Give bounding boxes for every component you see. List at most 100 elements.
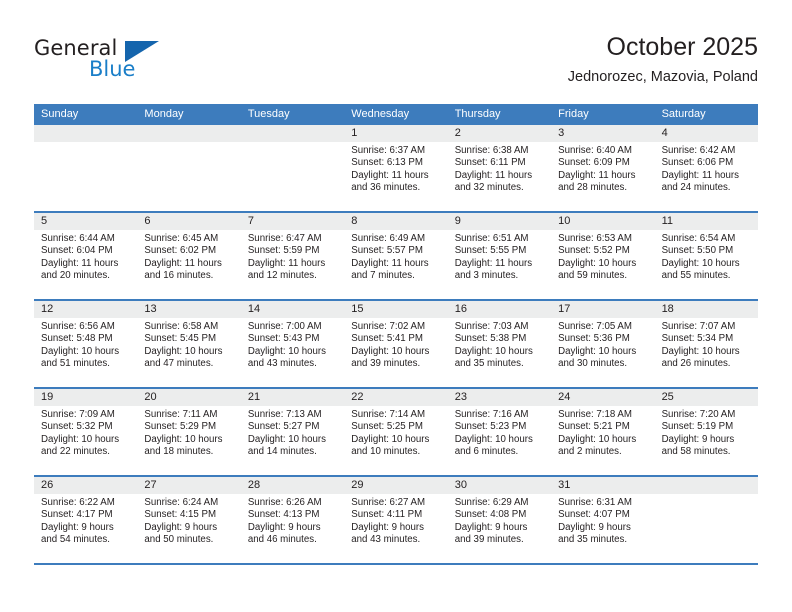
daylight-text: Daylight: 10 hours: [247, 433, 326, 445]
daylight-text: Daylight: 11 hours: [41, 257, 119, 269]
calendar-grid: Sunday Monday Tuesday Wednesday Thursday Frid…: [34, 104, 758, 565]
daylight-text: and 16 minutes.: [144, 270, 214, 282]
day-details: Sunrise: 6:54 AM Sunset: 5:50 PM Daylight:…: [655, 230, 758, 283]
weekday-header-wednesday: Wednesday: [351, 108, 410, 120]
day-number: 3: [551, 125, 655, 142]
calendar-day-cell-23[interactable]: 23 Sunrise: 7:16 AM Sunset: 5:23 PM Dayligh…: [447, 389, 552, 475]
calendar-day-cell-27[interactable]: 27 Sunrise: 6:24 AM Sunset: 4:15 PM Dayligh…: [137, 477, 241, 563]
daylight-text: Daylight: 9 hours: [454, 521, 528, 533]
sunset-text: Sunset: 5:50 PM: [661, 245, 734, 257]
brand-name-blue: Blue: [89, 57, 136, 81]
day-number: 2: [447, 125, 552, 142]
daylight-text: and 18 minutes.: [144, 446, 214, 458]
daylight-text: Daylight: 10 hours: [558, 257, 637, 269]
calendar-day-cell-8[interactable]: 8 Sunrise: 6:49 AM Sunset: 5:57 PM Daylight…: [344, 213, 448, 299]
brand-logo[interactable]: General Blue: [34, 36, 214, 90]
day-number: 26: [34, 477, 138, 494]
daylight-text: Daylight: 11 hours: [661, 169, 739, 181]
sunrise-text: Sunrise: 7:03 AM: [454, 321, 529, 332]
day-details: Sunrise: 7:20 AM Sunset: 5:19 PM Daylight:…: [655, 406, 758, 459]
day-details: Sunrise: 6:51 AM Sunset: 5:55 PM Daylight:…: [448, 230, 551, 283]
day-details: Sunrise: 6:49 AM Sunset: 5:57 PM Daylight:…: [344, 230, 447, 283]
calendar-day-cell-15[interactable]: 15 Sunrise: 7:02 AM Sunset: 5:41 PM Dayligh…: [344, 301, 448, 387]
day-number: 9: [447, 213, 552, 230]
daylight-text: and 55 minutes.: [661, 270, 731, 282]
daylight-text: Daylight: 10 hours: [454, 433, 533, 445]
daylight-text: and 43 minutes.: [247, 358, 317, 370]
calendar-day-cell-7[interactable]: 7 Sunrise: 6:47 AM Sunset: 5:59 PM Daylight…: [240, 213, 345, 299]
day-number: 23: [447, 389, 552, 406]
calendar-day-cell-31[interactable]: 31 Sunrise: 6:31 AM Sunset: 4:07 PM Dayligh…: [551, 477, 655, 563]
calendar-day-cell-21[interactable]: 21 Sunrise: 7:13 AM Sunset: 5:27 PM Dayligh…: [240, 389, 345, 475]
calendar-day-cell-20[interactable]: 20 Sunrise: 7:11 AM Sunset: 5:29 PM Dayligh…: [137, 389, 241, 475]
calendar-day-cell-16[interactable]: 16 Sunrise: 7:03 AM Sunset: 5:38 PM Dayligh…: [447, 301, 552, 387]
calendar-day-cell-2[interactable]: 2 Sunrise: 6:38 AM Sunset: 6:11 PM Daylight…: [447, 125, 552, 211]
calendar-day-cell-4[interactable]: 4 Sunrise: 6:42 AM Sunset: 6:06 PM Daylight…: [654, 125, 758, 211]
day-details: Sunrise: 7:11 AM Sunset: 5:29 PM Daylight:…: [137, 406, 240, 459]
day-number: [654, 477, 758, 494]
weekday-header-monday: Monday: [144, 108, 184, 120]
daylight-text: and 39 minutes.: [351, 358, 421, 370]
calendar-day-cell-28[interactable]: 28 Sunrise: 6:26 AM Sunset: 4:13 PM Dayligh…: [240, 477, 345, 563]
calendar-day-cell-5[interactable]: 5 Sunrise: 6:44 AM Sunset: 6:04 PM Daylight…: [34, 213, 138, 299]
sunset-text: Sunset: 5:48 PM: [41, 333, 113, 345]
calendar-day-cell-3[interactable]: 3 Sunrise: 6:40 AM Sunset: 6:09 PM Daylight…: [551, 125, 655, 211]
calendar-day-cell-18[interactable]: 18 Sunrise: 7:07 AM Sunset: 5:34 PM Dayligh…: [654, 301, 758, 387]
day-details: Sunrise: 6:24 AM Sunset: 4:15 PM Daylight:…: [137, 494, 240, 547]
calendar-weeks: 1 Sunrise: 6:37 AM Sunset: 6:13 PM Daylight…: [34, 125, 758, 565]
calendar-week-row: 12 Sunrise: 6:56 AM Sunset: 5:48 PM Dayligh…: [34, 301, 758, 389]
sunrise-text: Sunrise: 6:24 AM: [144, 497, 219, 508]
sunset-text: Sunset: 5:23 PM: [454, 421, 527, 433]
calendar-day-cell-9[interactable]: 9 Sunrise: 6:51 AM Sunset: 5:55 PM Daylight…: [447, 213, 552, 299]
sunset-text: Sunset: 5:57 PM: [351, 245, 423, 257]
daylight-text: Daylight: 9 hours: [661, 433, 735, 445]
calendar-day-cell-19[interactable]: 19 Sunrise: 7:09 AM Sunset: 5:32 PM Dayligh…: [34, 389, 138, 475]
calendar-day-cell-11[interactable]: 11 Sunrise: 6:54 AM Sunset: 5:50 PM Dayligh…: [654, 213, 758, 299]
sunrise-text: Sunrise: 7:05 AM: [558, 321, 632, 332]
sunrise-text: Sunrise: 6:27 AM: [351, 497, 426, 508]
day-number: 30: [447, 477, 552, 494]
calendar-day-cell-10[interactable]: 10 Sunrise: 6:53 AM Sunset: 5:52 PM Dayligh…: [551, 213, 655, 299]
daylight-text: and 3 minutes.: [454, 270, 519, 282]
daylight-text: Daylight: 10 hours: [351, 433, 430, 445]
sunset-text: Sunset: 5:55 PM: [454, 245, 527, 257]
calendar-day-cell-25[interactable]: 25 Sunrise: 7:20 AM Sunset: 5:19 PM Dayligh…: [654, 389, 758, 475]
calendar-day-cell-13[interactable]: 13 Sunrise: 6:58 AM Sunset: 5:45 PM Dayligh…: [137, 301, 241, 387]
calendar-week-row: 1 Sunrise: 6:37 AM Sunset: 6:13 PM Daylight…: [34, 125, 758, 213]
day-number: [34, 125, 138, 142]
calendar-day-cell-17[interactable]: 17 Sunrise: 7:05 AM Sunset: 5:36 PM Dayligh…: [551, 301, 655, 387]
calendar-day-cell-1[interactable]: 1 Sunrise: 6:37 AM Sunset: 6:13 PM Daylight…: [344, 125, 448, 211]
sunset-text: Sunset: 4:15 PM: [144, 509, 217, 521]
sunrise-text: Sunrise: 6:40 AM: [558, 145, 632, 156]
day-details: Sunrise: 7:07 AM Sunset: 5:34 PM Daylight:…: [655, 318, 758, 371]
sunset-text: Sunset: 5:19 PM: [661, 421, 734, 433]
day-details: Sunrise: 6:56 AM Sunset: 5:48 PM Daylight:…: [34, 318, 137, 371]
calendar-day-cell-6[interactable]: 6 Sunrise: 6:45 AM Sunset: 6:02 PM Daylight…: [137, 213, 241, 299]
sunset-text: Sunset: 6:06 PM: [661, 157, 734, 169]
daylight-text: and 6 minutes.: [454, 446, 519, 458]
calendar-day-cell-14[interactable]: 14 Sunrise: 7:00 AM Sunset: 5:43 PM Dayligh…: [240, 301, 345, 387]
daylight-text: Daylight: 9 hours: [144, 521, 218, 533]
sunrise-text: Sunrise: 7:11 AM: [144, 409, 218, 420]
calendar-day-cell-22[interactable]: 22 Sunrise: 7:14 AM Sunset: 5:25 PM Dayligh…: [344, 389, 448, 475]
sunset-text: Sunset: 5:38 PM: [454, 333, 527, 345]
calendar-day-cell-12[interactable]: 12 Sunrise: 6:56 AM Sunset: 5:48 PM Dayligh…: [34, 301, 138, 387]
sunrise-text: Sunrise: 6:29 AM: [454, 497, 529, 508]
daylight-text: and 12 minutes.: [247, 270, 317, 282]
calendar-day-cell-24[interactable]: 24 Sunrise: 7:18 AM Sunset: 5:21 PM Dayligh…: [551, 389, 655, 475]
daylight-text: and 20 minutes.: [41, 270, 110, 282]
sunset-text: Sunset: 5:45 PM: [144, 333, 217, 345]
calendar-day-cell-29[interactable]: 29 Sunrise: 6:27 AM Sunset: 4:11 PM Dayligh…: [344, 477, 448, 563]
page-title: October 2025: [606, 33, 759, 61]
calendar-page: General Blue October 2025 Jednorozec, Ma…: [0, 0, 792, 612]
sunset-text: Sunset: 5:32 PM: [41, 421, 113, 433]
calendar-day-cell-26[interactable]: 26 Sunrise: 6:22 AM Sunset: 4:17 PM Dayligh…: [34, 477, 138, 563]
calendar-week-row: 5 Sunrise: 6:44 AM Sunset: 6:04 PM Daylight…: [34, 213, 758, 301]
day-details: Sunrise: 7:14 AM Sunset: 5:25 PM Daylight:…: [344, 406, 447, 459]
day-details: Sunrise: 6:47 AM Sunset: 5:59 PM Daylight:…: [241, 230, 344, 283]
sunrise-text: Sunrise: 7:02 AM: [351, 321, 426, 332]
daylight-text: and 30 minutes.: [558, 358, 628, 370]
daylight-text: Daylight: 11 hours: [454, 169, 533, 181]
calendar-day-cell-30[interactable]: 30 Sunrise: 6:29 AM Sunset: 4:08 PM Dayligh…: [447, 477, 552, 563]
calendar-day-cell-empty: [137, 125, 241, 211]
